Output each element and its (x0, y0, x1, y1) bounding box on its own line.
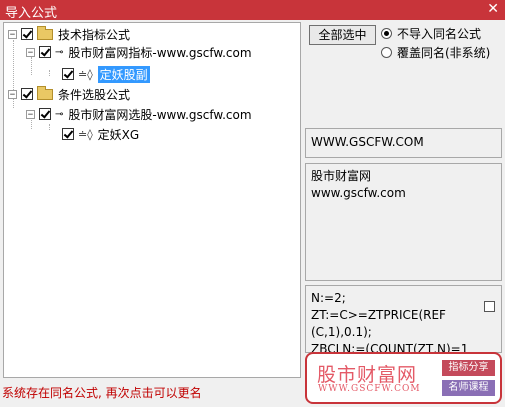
brand-url: WWW.GSCFW.COM (318, 384, 421, 394)
collapse-icon[interactable]: − (26, 47, 35, 57)
tree-node-gscfw-indicators[interactable]: − ⊸ 股市财富网指标-www.gscfw.com (26, 44, 252, 60)
description-line: www.gscfw.com (311, 186, 406, 200)
tree-node-label: 技术指标公式 (58, 27, 131, 42)
formula-url: WWW.GSCFW.COM (311, 135, 424, 149)
tree-node-label: 定妖XG (97, 127, 140, 142)
formula-icon: ≐◊ (78, 127, 93, 141)
formula-url-panel: WWW.GSCFW.COM (305, 128, 502, 158)
formula-tree[interactable]: − 技术指标公式 − ⊸ 股市财富网指标-www.gscfw.com ≐◊ 定妖… (3, 22, 301, 378)
tree-node-tech-indicators[interactable]: − 技术指标公式 (8, 25, 131, 42)
formula-code-panel[interactable]: N:=2; ZT:=C>=ZTPRICE(REF (C,1),0.1); ZBC… (305, 285, 502, 353)
radio-overwrite-duplicates[interactable]: 覆盖同名(非系统) (381, 44, 490, 60)
radio-label: 不导入同名公式 (397, 26, 482, 41)
title-bar: 导入公式 ✕ (0, 0, 505, 21)
tree-checkbox[interactable] (21, 88, 33, 100)
formula-code: N:=2; ZT:=C>=ZTPRICE(REF (C,1),0.1); ZBC… (311, 291, 469, 352)
key-icon: ⊸ (55, 46, 64, 58)
tree-node-gscfw-screening[interactable]: − ⊸ 股市财富网选股-www.gscfw.com (26, 106, 252, 122)
folder-icon (37, 25, 53, 40)
code-panel-checkbox[interactable] (484, 301, 495, 312)
tree-node-label: 定妖股副 (97, 65, 150, 83)
radio-button[interactable] (381, 27, 392, 39)
brand-watermark: 股市财富网 WWW.GSCFW.COM 指标分享 名师课程 (305, 352, 502, 404)
formula-description-panel: 股市财富网 www.gscfw.com (305, 163, 502, 281)
formula-icon: ≐◊ (78, 67, 93, 81)
tree-node-dingyao-xg[interactable]: ≐◊ 定妖XG (58, 126, 139, 142)
tree-checkbox[interactable] (39, 46, 51, 58)
folder-icon (37, 85, 53, 100)
description-line: 股市财富网 (311, 169, 372, 183)
radio-label: 覆盖同名(非系统) (397, 45, 491, 60)
tree-node-label: 股市财富网指标-www.gscfw.com (68, 45, 252, 60)
key-icon: ⊸ (55, 108, 64, 120)
tree-node-stock-screening[interactable]: − 条件选股公式 (8, 85, 131, 102)
tree-checkbox[interactable] (62, 68, 74, 80)
radio-skip-duplicates[interactable]: 不导入同名公式 (381, 25, 481, 41)
brand-name: 股市财富网 (317, 364, 418, 386)
collapse-icon[interactable]: − (26, 109, 35, 119)
collapse-icon[interactable]: − (8, 89, 17, 99)
tree-node-label: 条件选股公式 (58, 87, 131, 102)
tree-node-dingyao-fu[interactable]: ≐◊ 定妖股副 (58, 65, 150, 83)
select-all-button[interactable]: 全部选中 (309, 25, 376, 45)
tree-checkbox[interactable] (62, 128, 74, 140)
close-icon[interactable]: ✕ (487, 1, 499, 17)
radio-button[interactable] (381, 46, 392, 58)
collapse-icon[interactable]: − (8, 29, 17, 39)
window-title: 导入公式 (5, 6, 58, 21)
status-message: 系统存在同名公式, 再次点击可以更名 (2, 386, 202, 400)
tree-checkbox[interactable] (21, 28, 33, 40)
tree-checkbox[interactable] (39, 108, 51, 120)
tag-teacher-courses: 名师课程 (442, 380, 495, 396)
tree-node-label: 股市财富网选股-www.gscfw.com (68, 107, 252, 122)
tag-indicator-share: 指标分享 (442, 360, 495, 376)
